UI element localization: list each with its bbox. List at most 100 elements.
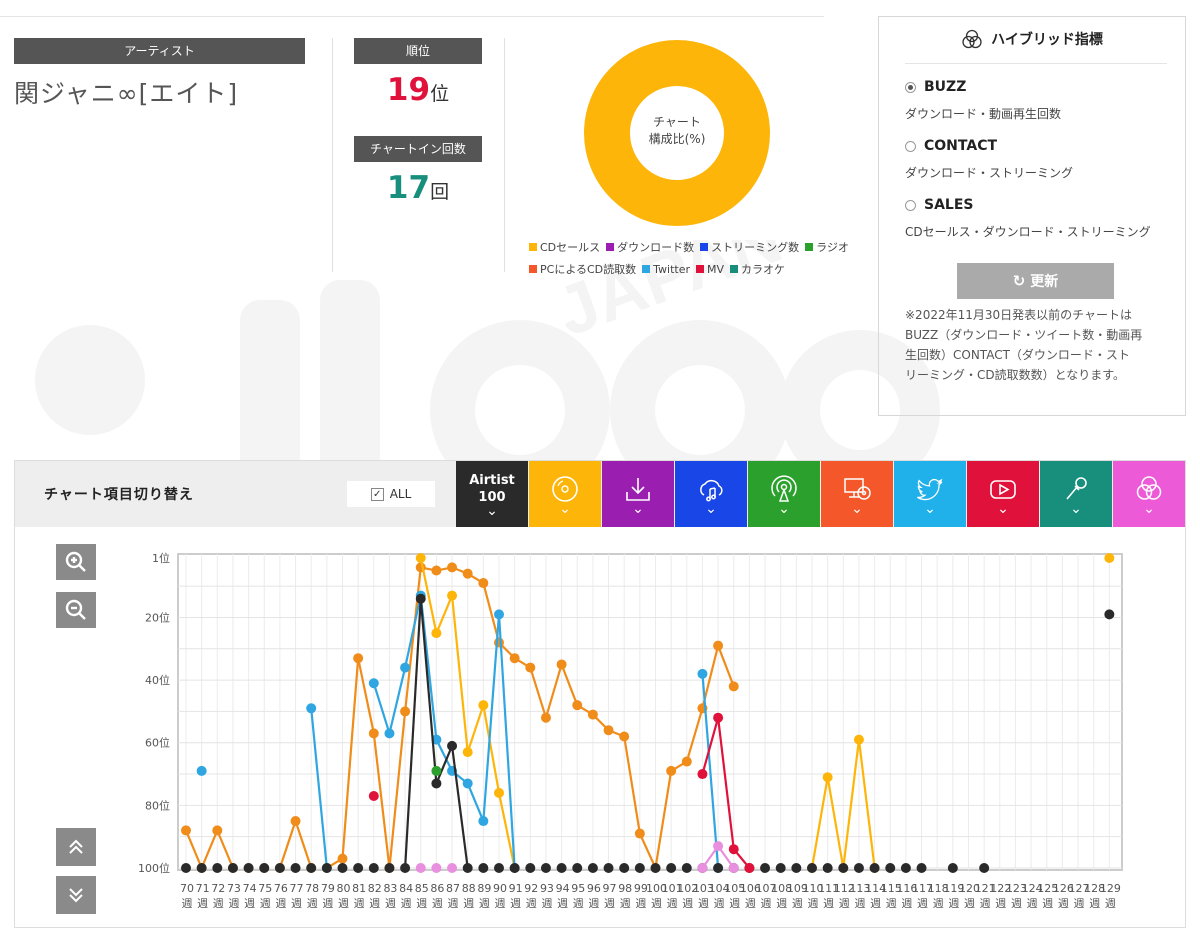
x-tick-suffix: 週 [432,897,443,910]
x-tick-suffix: 週 [870,897,881,910]
x-tick-suffix: 週 [995,897,1006,910]
x-tick-suffix: 週 [1058,897,1069,910]
data-point [227,863,238,873]
x-tick-suffix: 週 [573,897,584,910]
x-tick-label: 71 [196,882,210,895]
x-tick-label: 98 [618,882,632,895]
x-tick-label: 96 [587,882,601,895]
data-point [431,863,442,873]
x-tick-suffix: 週 [182,897,193,910]
x-tick-suffix: 週 [526,897,537,910]
x-tick-suffix: 週 [463,897,474,910]
data-point [807,863,817,873]
x-tick-label: 79 [321,882,335,895]
x-tick-label: 129 [1100,882,1121,895]
x-tick-suffix: 週 [495,897,506,910]
data-point [415,863,426,873]
x-tick-suffix: 週 [588,897,599,910]
data-point [713,640,724,651]
data-point [540,712,551,723]
x-tick-suffix: 週 [635,897,646,910]
x-tick-label: 81 [352,882,366,895]
data-point [853,863,864,873]
data-point [447,863,458,873]
data-point [619,863,630,873]
x-tick-label: 87 [446,882,460,895]
data-point [368,728,379,739]
data-point [181,825,191,836]
x-tick-suffix: 週 [448,897,459,910]
data-point [650,863,661,873]
data-point [431,778,442,789]
x-tick-suffix: 週 [886,897,897,910]
data-point [572,863,583,873]
x-tick-label: 70 [180,882,194,895]
data-point [447,590,458,601]
data-point [744,863,755,873]
data-point [478,816,489,827]
x-tick-suffix: 週 [510,897,521,910]
x-tick-label: 75 [258,882,272,895]
data-point [681,863,692,873]
x-tick-suffix: 週 [761,897,772,910]
data-point [587,863,598,873]
data-point [885,863,896,873]
x-tick-suffix: 週 [244,897,255,910]
data-point [713,841,724,852]
data-point [337,863,348,873]
data-point [603,725,614,736]
x-tick-suffix: 週 [620,897,631,910]
data-point [274,863,285,873]
data-point [760,863,771,873]
data-point [368,678,379,689]
plot-frame [177,553,1123,871]
x-tick-suffix: 週 [354,897,365,910]
x-tick-suffix: 週 [854,897,865,910]
x-tick-label: 92 [524,882,538,895]
data-point [947,863,958,873]
x-tick-suffix: 週 [604,897,615,910]
data-point [337,853,348,864]
data-point [494,863,504,873]
y-tick-label: 20位 [145,610,170,624]
data-point [1104,553,1115,563]
y-tick-label: 60位 [145,736,170,750]
data-point [196,863,207,873]
x-tick-label: 72 [211,882,225,895]
data-point [462,863,473,873]
x-tick-suffix: 週 [1074,897,1085,910]
x-tick-suffix: 週 [291,897,302,910]
data-point [979,863,990,873]
x-tick-suffix: 週 [980,897,991,910]
data-point [525,863,536,873]
data-point [368,790,379,801]
x-tick-suffix: 週 [667,897,678,910]
x-tick-suffix: 週 [385,897,396,910]
x-tick-label: 91 [509,882,523,895]
x-tick-label: 83 [383,882,397,895]
x-tick-suffix: 週 [792,897,803,910]
data-point [494,787,504,798]
x-tick-label: 95 [571,882,585,895]
x-tick-suffix: 週 [933,897,944,910]
data-point [556,863,567,873]
x-tick-suffix: 週 [1105,897,1116,910]
x-tick-label: 78 [305,882,319,895]
data-point [556,659,567,670]
data-point [697,863,708,873]
data-point [572,700,583,711]
y-tick-label: 1位 [152,551,170,565]
data-point [681,756,692,767]
data-point [212,863,223,873]
data-point [713,712,724,723]
x-tick-suffix: 週 [682,897,693,910]
x-tick-suffix: 週 [322,897,333,910]
x-tick-suffix: 週 [745,897,756,910]
x-tick-label: 77 [290,882,304,895]
x-tick-label: 88 [462,882,476,895]
data-point [666,863,677,873]
data-point [634,863,645,873]
x-tick-suffix: 週 [228,897,239,910]
data-point [368,863,379,873]
data-point [838,863,849,873]
